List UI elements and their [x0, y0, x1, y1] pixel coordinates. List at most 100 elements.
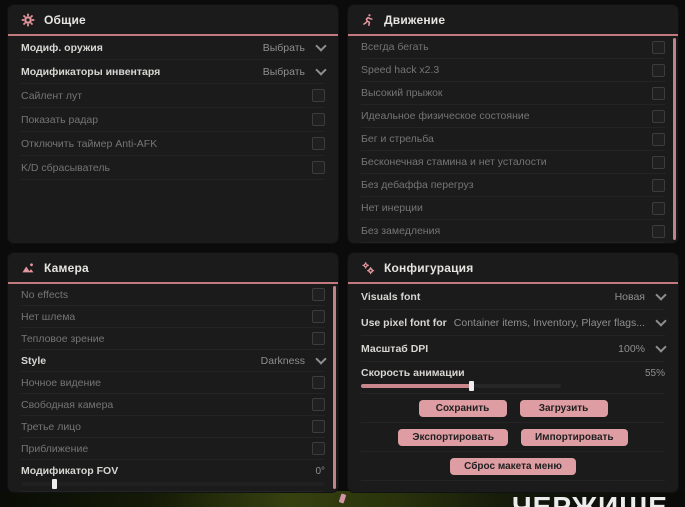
dropdown[interactable]: Новая	[614, 289, 667, 303]
checkbox[interactable]	[652, 63, 665, 77]
setting-row-camera-6[interactable]: Третье лицо	[21, 416, 325, 438]
checkbox[interactable]	[312, 398, 325, 411]
panel-rows: No effects Нет шлема Тепловое зрение Style D…	[8, 284, 338, 492]
slider-track[interactable]	[21, 479, 325, 489]
setting-row-camera-3[interactable]: Style Darkness	[21, 350, 327, 372]
checkbox[interactable]	[312, 420, 325, 433]
panel-header[interactable]: Конфигурация	[348, 253, 678, 284]
setting-label: Без замедления	[361, 225, 441, 237]
panel-title: Конфигурация	[384, 260, 474, 275]
setting-row-config-2[interactable]: Масштаб DPI 100%	[361, 336, 667, 362]
checkbox[interactable]	[312, 89, 325, 102]
setting-label: Высокий прыжок	[361, 87, 443, 99]
setting-row-config-1[interactable]: Use pixel font for Container items, Inven…	[361, 310, 667, 336]
chevron-down-icon	[655, 289, 667, 301]
slider-track[interactable]	[361, 381, 561, 391]
checkbox[interactable]	[312, 161, 325, 174]
button-config-0-1[interactable]: Загрузить	[519, 399, 608, 417]
setting-label: Style	[21, 354, 47, 367]
setting-row-movement-5[interactable]: Бесконечная стамина и нет усталости	[361, 151, 665, 174]
checkbox[interactable]	[652, 109, 665, 123]
setting-label: Ночное видение	[21, 376, 101, 389]
panel-header[interactable]: Камера	[8, 253, 338, 284]
checkbox[interactable]	[312, 288, 325, 301]
button-config-2-0[interactable]: Сброс макета меню	[450, 457, 576, 475]
setting-row-config-0[interactable]: Visuals font Новая	[361, 284, 667, 310]
setting-row-camera-5[interactable]: Свободная камера	[21, 394, 325, 416]
checkbox[interactable]	[652, 40, 665, 54]
setting-row-movement-7[interactable]: Нет инерции	[361, 197, 665, 220]
checkbox[interactable]	[652, 224, 665, 238]
dropdown[interactable]: Container items, Inventory, Player flags…	[454, 315, 667, 329]
setting-row-camera-4[interactable]: Ночное видение	[21, 372, 325, 394]
setting-label: Visuals font	[361, 290, 421, 303]
setting-row-movement-1[interactable]: Speed hack x2.3	[361, 59, 665, 82]
checkbox[interactable]	[312, 137, 325, 150]
slider-handle[interactable]	[469, 381, 474, 391]
dropdown-value: 100%	[618, 342, 645, 355]
dropdown[interactable]: 100%	[618, 341, 667, 355]
button-config-1-0[interactable]: Экспортировать	[398, 428, 508, 446]
setting-row-camera-2[interactable]: Тепловое зрение	[21, 328, 325, 350]
chevron-down-icon	[315, 64, 327, 76]
button-row: Экспортировать Импортировать	[361, 423, 665, 452]
setting-label: Тепловое зрение	[21, 332, 105, 345]
setting-row-movement-8[interactable]: Без замедления	[361, 220, 665, 243]
setting-row-camera-0[interactable]: No effects	[21, 284, 325, 306]
setting-label: Speed hack x2.3	[361, 64, 440, 76]
setting-row-general-4[interactable]: Отключить таймер Anti-AFK	[21, 132, 325, 156]
button-config-0-0[interactable]: Сохранить	[418, 399, 507, 417]
button-config-1-1[interactable]: Импортировать	[520, 428, 628, 446]
slider-value: 55%	[644, 367, 665, 379]
setting-label: Модиф. оружия	[21, 41, 103, 54]
setting-row-camera-8[interactable]: Модификатор FOV 0°	[21, 460, 325, 492]
panel-header[interactable]: Общие	[8, 5, 338, 36]
mod-menu-overlay: ЧЕРЖИШЕ Общие Модиф. оружия Выбрать Модифи…	[0, 0, 685, 507]
dropdown-value: Выбрать	[262, 65, 305, 78]
setting-row-config-3[interactable]: Скорость анимации 55%	[361, 362, 665, 394]
setting-label: Сайлент лут	[21, 89, 83, 102]
checkbox[interactable]	[312, 310, 325, 323]
setting-row-camera-1[interactable]: Нет шлема	[21, 306, 325, 328]
checkbox[interactable]	[652, 201, 665, 215]
setting-row-movement-2[interactable]: Высокий прыжок	[361, 82, 665, 105]
slider-fill	[361, 384, 471, 388]
checkbox[interactable]	[652, 155, 665, 169]
checkbox[interactable]	[652, 132, 665, 146]
scrollbar-thumb[interactable]	[673, 38, 676, 240]
checkbox[interactable]	[312, 332, 325, 345]
setting-row-movement-6[interactable]: Без дебаффа перегруз	[361, 174, 665, 197]
chevron-down-icon	[315, 40, 327, 52]
checkbox[interactable]	[312, 376, 325, 389]
dropdown[interactable]: Выбрать	[263, 40, 327, 54]
setting-row-movement-3[interactable]: Идеальное физическое состояние	[361, 105, 665, 128]
checkbox[interactable]	[652, 178, 665, 192]
setting-row-general-0[interactable]: Модиф. оружия Выбрать	[21, 36, 327, 60]
setting-row-camera-7[interactable]: Приближение	[21, 438, 325, 460]
setting-row-movement-0[interactable]: Всегда бегать	[361, 36, 665, 59]
scrollbar-thumb[interactable]	[333, 286, 336, 489]
setting-label: Скорость анимации	[361, 367, 465, 379]
button-row: Сохранить Загрузить	[361, 394, 665, 423]
gears-icon	[361, 261, 375, 275]
panel-header[interactable]: Движение	[348, 5, 678, 36]
setting-row-general-3[interactable]: Показать радар	[21, 108, 325, 132]
image-icon	[21, 261, 35, 275]
setting-row-movement-4[interactable]: Бег и стрельба	[361, 128, 665, 151]
dropdown[interactable]: Darkness	[261, 353, 327, 367]
setting-label: Модификатор FOV	[21, 465, 119, 477]
dropdown[interactable]: Выбрать	[262, 64, 327, 78]
setting-row-general-1[interactable]: Модификаторы инвентаря Выбрать	[21, 60, 327, 84]
checkbox[interactable]	[312, 442, 325, 455]
panel-title: Общие	[44, 12, 86, 27]
setting-label: Нет инерции	[361, 202, 423, 214]
dropdown-value: Новая	[614, 290, 645, 303]
checkbox[interactable]	[652, 86, 665, 100]
chevron-down-icon	[655, 341, 667, 353]
setting-label: Показать радар	[21, 113, 99, 126]
setting-row-general-2[interactable]: Сайлент лут	[21, 84, 325, 108]
checkbox[interactable]	[312, 113, 325, 126]
setting-row-general-5[interactable]: K/D сбрасыватель	[21, 156, 325, 180]
slider-handle[interactable]	[52, 479, 58, 489]
setting-label: Всегда бегать	[361, 41, 429, 53]
